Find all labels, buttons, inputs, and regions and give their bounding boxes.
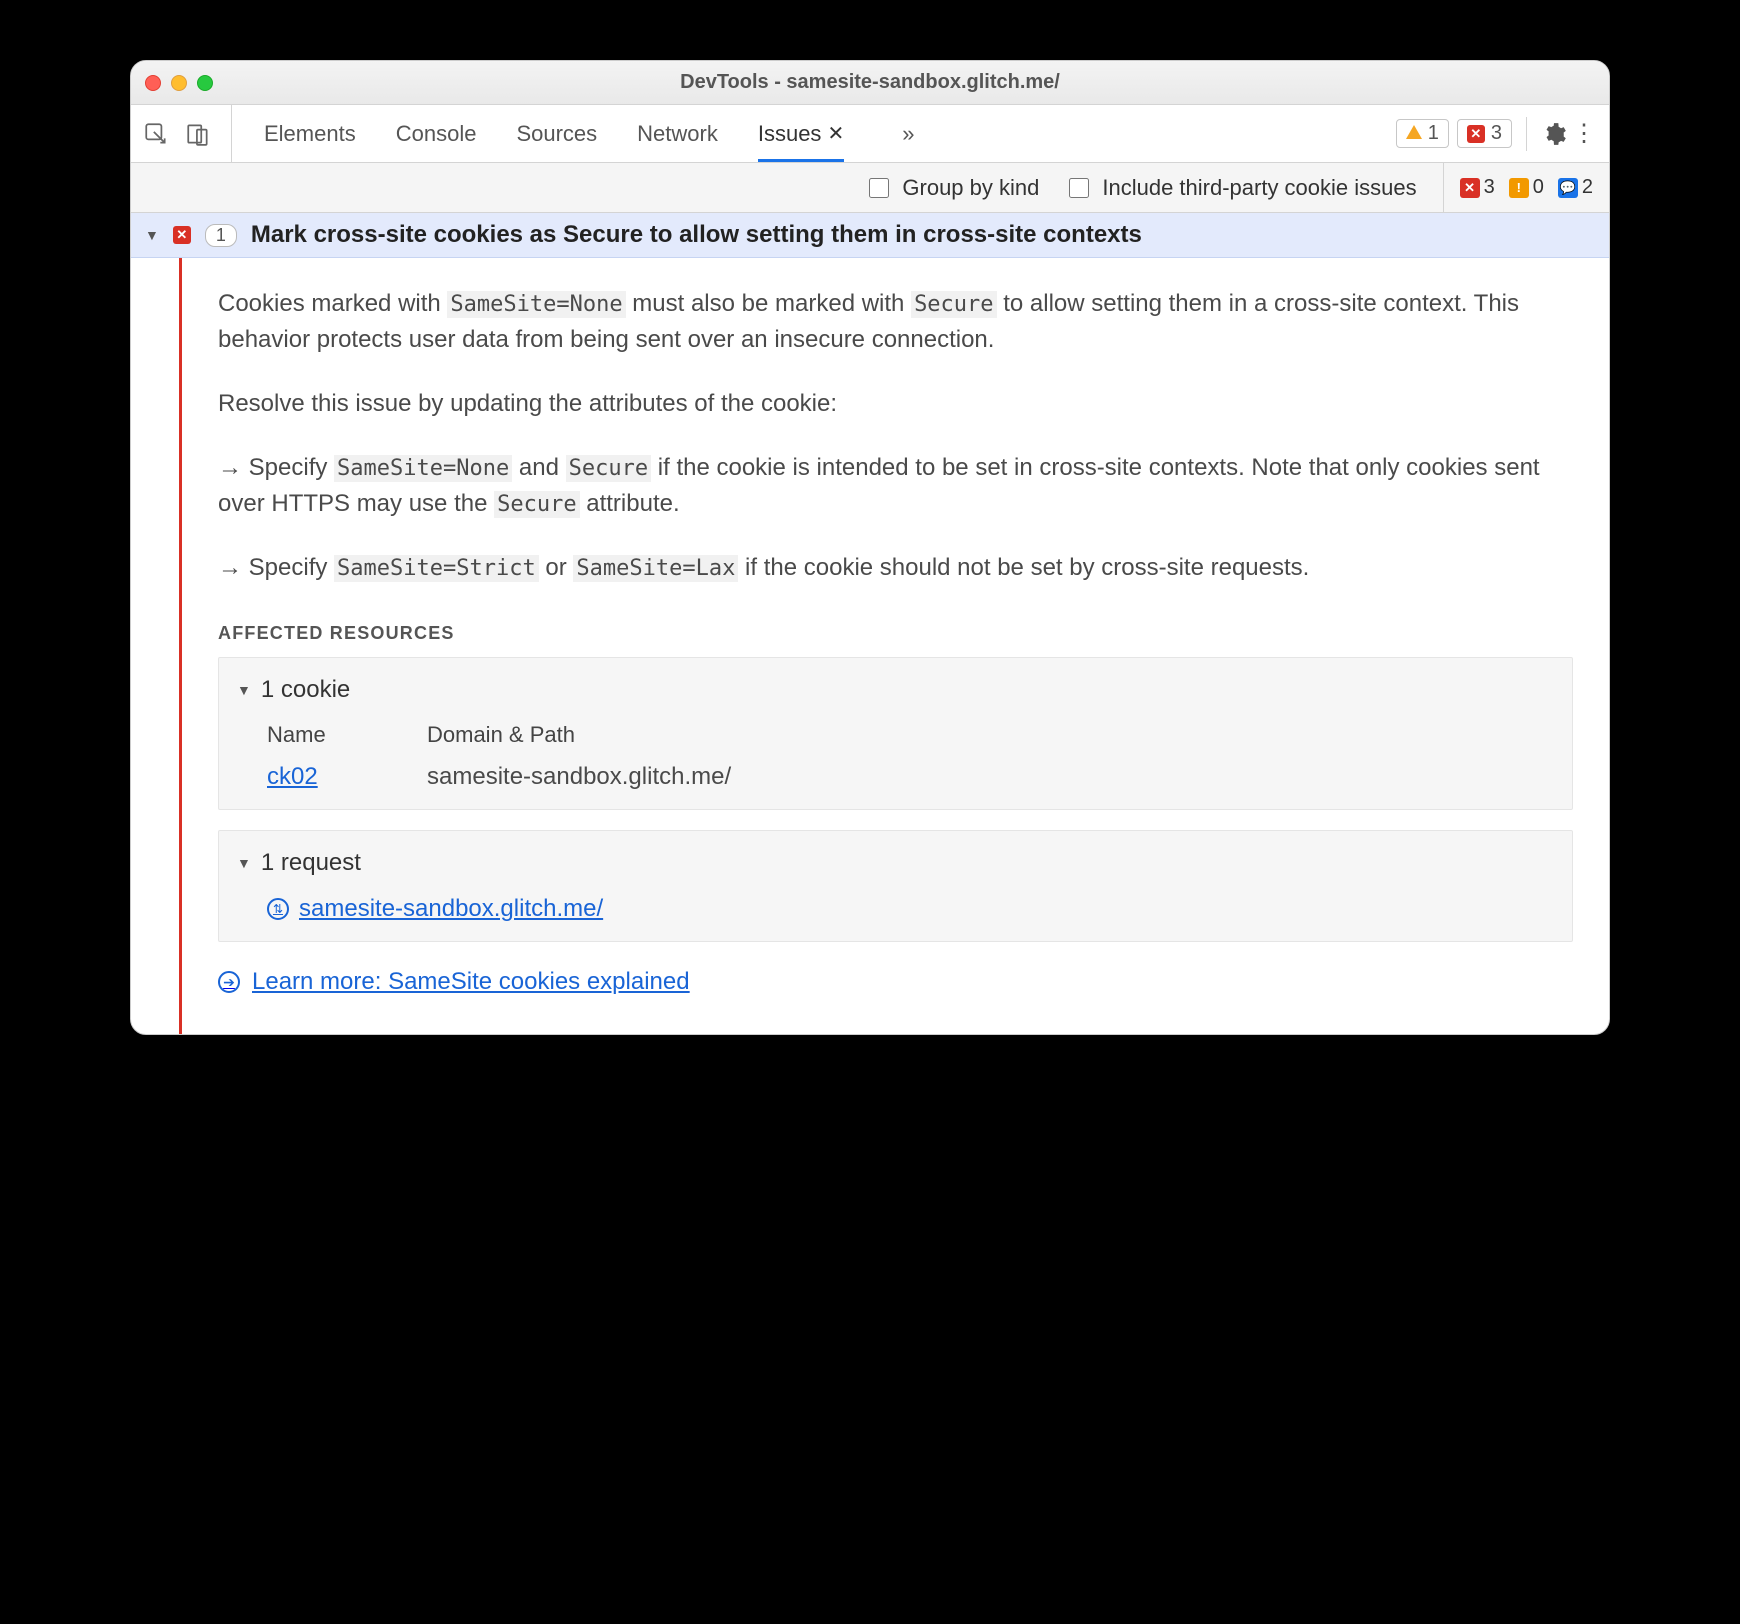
group-by-kind-checkbox[interactable]: Group by kind <box>865 175 1039 201</box>
warning-count-chip[interactable]: ! 0 <box>1509 176 1544 199</box>
cookie-name-link[interactable]: ck02 <box>267 763 318 790</box>
issue-body: Cookies marked with SameSite=None must a… <box>131 258 1609 1034</box>
issue-bullet-1: → Specify SameSite=None and Secure if th… <box>218 450 1573 522</box>
window-titlebar: DevTools - samesite-sandbox.glitch.me/ <box>131 61 1609 105</box>
issue-description-p2: Resolve this issue by updating the attri… <box>218 386 1573 422</box>
issue-severity-icon: ✕ <box>173 226 191 244</box>
expand-icon[interactable]: ▼ <box>145 227 159 243</box>
cookie-domain-value: samesite-sandbox.glitch.me/ <box>427 759 1554 795</box>
code-secure: Secure <box>911 291 996 318</box>
bullet-arrow-icon: → <box>218 550 242 586</box>
warning-chip-icon: ! <box>1509 178 1529 198</box>
include-third-party-input[interactable] <box>1069 178 1089 198</box>
request-url: samesite-sandbox.glitch.me/ <box>299 891 603 927</box>
issue-count-badge: 1 <box>205 224 237 247</box>
device-toggle-icon[interactable] <box>185 121 211 147</box>
issue-description-p1: Cookies marked with SameSite=None must a… <box>218 286 1573 358</box>
settings-gear-icon[interactable] <box>1541 121 1567 147</box>
learn-more-icon: ➔ <box>218 971 240 993</box>
window-title: DevTools - samesite-sandbox.glitch.me/ <box>131 71 1609 94</box>
devtools-window: DevTools - samesite-sandbox.glitch.me/ E… <box>130 60 1610 1035</box>
request-link[interactable]: ⇅ samesite-sandbox.glitch.me/ <box>267 891 1554 927</box>
affected-cookies-block: ▼ 1 cookie Name Domain & Path ck02 sames… <box>218 657 1573 810</box>
tab-issues[interactable]: Issues ✕ <box>758 105 844 162</box>
error-chip-icon: ✕ <box>1460 178 1480 198</box>
affected-requests-block: ▼ 1 request ⇅ samesite-sandbox.glitch.me… <box>218 830 1573 942</box>
tab-elements[interactable]: Elements <box>264 105 356 162</box>
tab-sources[interactable]: Sources <box>516 105 597 162</box>
close-tab-icon[interactable]: ✕ <box>827 121 844 146</box>
tab-network[interactable]: Network <box>637 105 718 162</box>
warnings-pill[interactable]: 1 <box>1396 119 1449 148</box>
issue-bullet-2: → Specify SameSite=Strict or SameSite=La… <box>218 550 1573 586</box>
info-chip-count: 2 <box>1582 176 1593 199</box>
col-domain: Domain & Path <box>427 718 1554 751</box>
more-menu-icon[interactable]: ⋮ <box>1571 121 1597 147</box>
errors-count: 3 <box>1491 122 1502 145</box>
more-tabs-icon[interactable]: » <box>902 121 914 147</box>
group-by-kind-label: Group by kind <box>902 175 1039 201</box>
issue-header[interactable]: ▼ ✕ 1 Mark cross-site cookies as Secure … <box>131 213 1609 258</box>
group-by-kind-input[interactable] <box>869 178 889 198</box>
tab-issues-label: Issues <box>758 121 822 147</box>
request-icon: ⇅ <box>267 898 289 920</box>
cookie-table: Name Domain & Path ck02 samesite-sandbox… <box>267 718 1554 795</box>
include-third-party-label: Include third-party cookie issues <box>1102 175 1416 201</box>
info-count-chip[interactable]: 💬 2 <box>1558 176 1593 199</box>
errors-pill[interactable]: ✕ 3 <box>1457 119 1512 148</box>
request-summary-label: 1 request <box>261 845 361 881</box>
cookie-summary-label: 1 cookie <box>261 672 350 708</box>
warning-icon <box>1406 122 1422 145</box>
affected-resources-heading: Affected Resources <box>218 620 1573 647</box>
tab-console[interactable]: Console <box>396 105 477 162</box>
warnings-count: 1 <box>1428 122 1439 145</box>
learn-more-text: Learn more: SameSite cookies explained <box>252 964 690 1000</box>
info-chip-icon: 💬 <box>1558 178 1578 198</box>
issues-filter-bar: Group by kind Include third-party cookie… <box>131 163 1609 213</box>
issue-title: Mark cross-site cookies as Secure to all… <box>251 221 1142 249</box>
code-samesite-none: SameSite=None <box>447 291 625 318</box>
learn-more-link[interactable]: ➔ Learn more: SameSite cookies explained <box>218 964 1573 1000</box>
expand-icon[interactable]: ▼ <box>237 853 251 874</box>
include-third-party-checkbox[interactable]: Include third-party cookie issues <box>1065 175 1416 201</box>
inspect-icon[interactable] <box>143 121 169 147</box>
main-tabbar: Elements Console Sources Network Issues … <box>131 105 1609 163</box>
cookie-summary-row[interactable]: ▼ 1 cookie <box>237 672 1554 708</box>
error-icon: ✕ <box>1467 125 1485 143</box>
error-chip-count: 3 <box>1484 176 1495 199</box>
bullet-arrow-icon: → <box>218 450 242 486</box>
col-name: Name <box>267 718 427 751</box>
expand-icon[interactable]: ▼ <box>237 680 251 701</box>
request-summary-row[interactable]: ▼ 1 request <box>237 845 1554 881</box>
warning-chip-count: 0 <box>1533 176 1544 199</box>
error-count-chip[interactable]: ✕ 3 <box>1460 176 1495 199</box>
